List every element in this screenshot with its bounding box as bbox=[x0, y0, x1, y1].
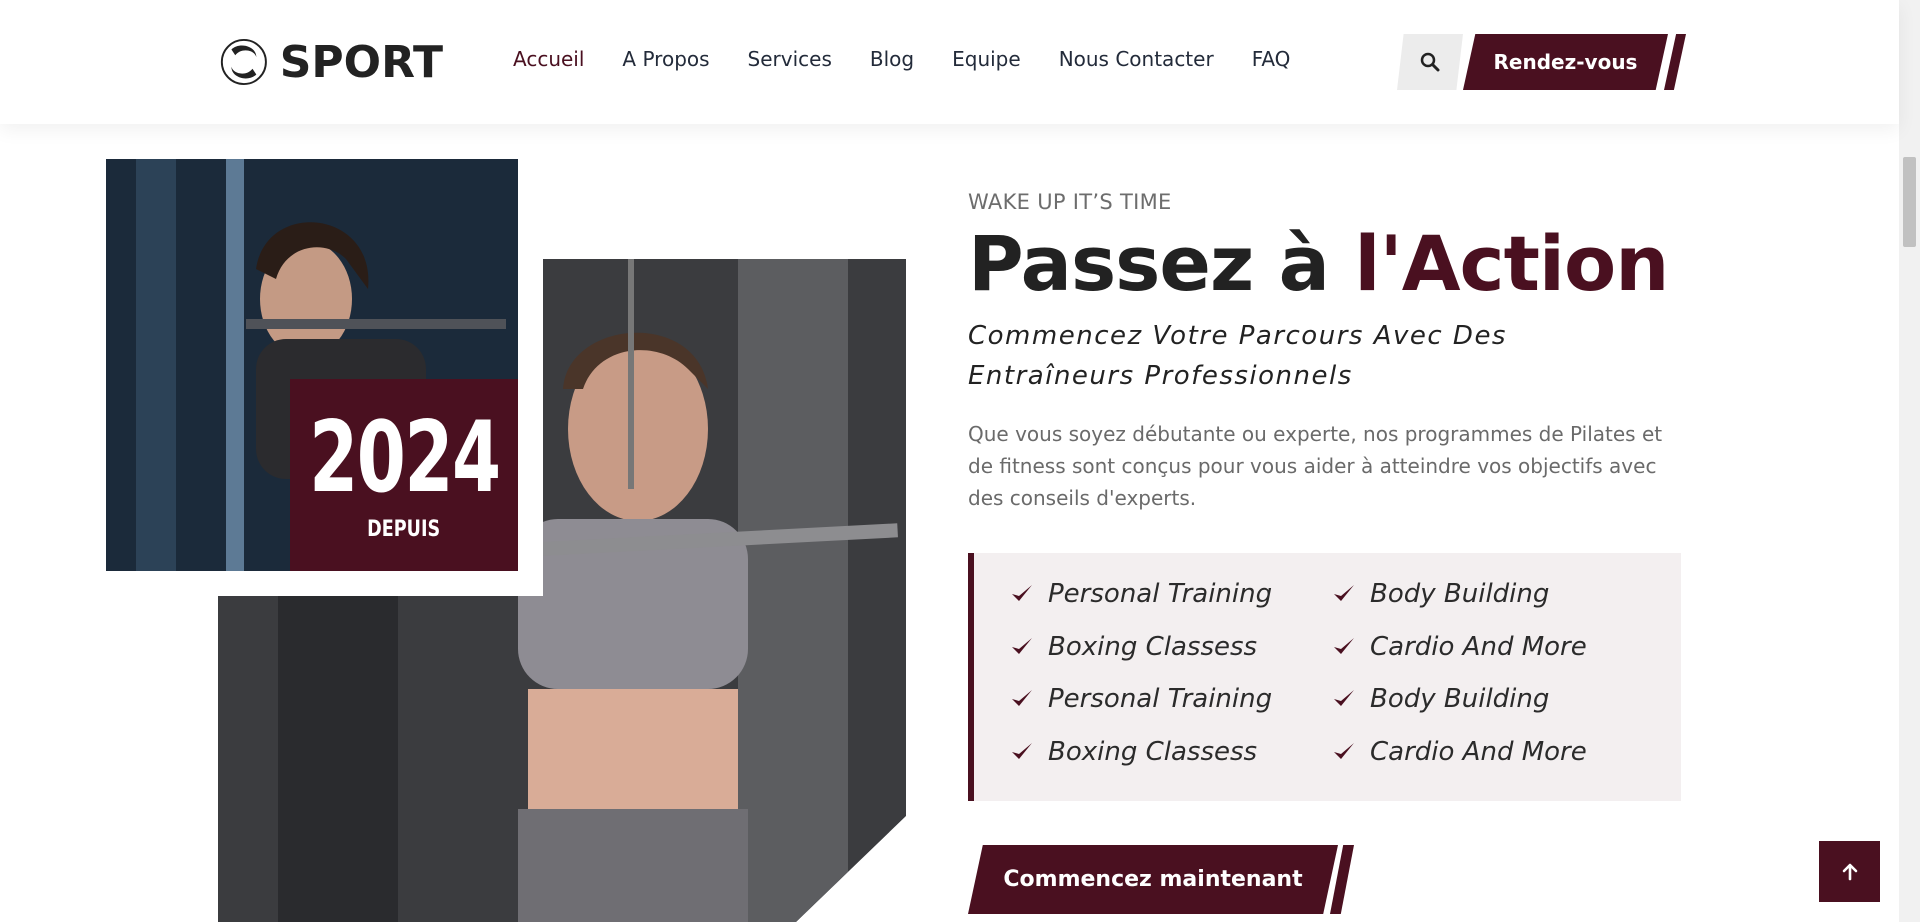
feature-item: Cardio And More bbox=[1332, 632, 1587, 662]
eyebrow-text: WAKE UP IT’S TIME bbox=[968, 190, 1172, 214]
main-nav: Accueil A Propos Services Blog Equipe No… bbox=[513, 47, 1328, 71]
check-icon bbox=[1012, 585, 1032, 601]
search-button[interactable] bbox=[1397, 34, 1463, 90]
logo-mark-icon bbox=[220, 39, 267, 85]
feature-item: Body Building bbox=[1332, 684, 1549, 714]
since-year-badge: 2024 DEPUIS bbox=[290, 379, 518, 571]
check-icon bbox=[1012, 743, 1032, 759]
check-icon bbox=[1012, 638, 1032, 654]
start-now-button[interactable]: Commencez maintenant bbox=[968, 845, 1338, 914]
nav-item-accueil[interactable]: Accueil bbox=[513, 47, 584, 71]
feature-item: Personal Training bbox=[1010, 684, 1272, 714]
page-title: Passez à l'Action bbox=[968, 226, 1680, 302]
check-icon bbox=[1334, 638, 1354, 654]
feature-label: Cardio And More bbox=[1370, 737, 1587, 767]
feature-item: Boxing Classess bbox=[1010, 737, 1257, 767]
feature-item: Personal Training bbox=[1010, 579, 1272, 609]
feature-label: Boxing Classess bbox=[1048, 632, 1258, 662]
rendez-vous-button-stripe bbox=[1664, 34, 1686, 90]
nav-item-services[interactable]: Services bbox=[748, 47, 832, 71]
check-icon bbox=[1334, 690, 1354, 706]
feature-label: Body Building bbox=[1370, 684, 1550, 714]
check-icon bbox=[1334, 585, 1354, 601]
scroll-to-top-button[interactable] bbox=[1819, 841, 1880, 902]
headline-accent: l'Action bbox=[1354, 219, 1669, 308]
badge-label: DEPUIS bbox=[367, 516, 441, 542]
feature-label: Personal Training bbox=[1048, 684, 1273, 714]
logo-text: SPORT bbox=[279, 36, 443, 88]
check-icon bbox=[1334, 743, 1354, 759]
logo[interactable]: SPORT bbox=[218, 34, 443, 90]
search-icon bbox=[1420, 52, 1440, 72]
intro-paragraph: Que vous soyez débutante ou experte, nos… bbox=[968, 422, 1663, 510]
feature-label: Body Building bbox=[1370, 579, 1550, 609]
hero-content: WAKE UP IT’S TIME Passez à l'Action Comm… bbox=[968, 190, 1680, 514]
badge-year: 2024 bbox=[308, 400, 501, 515]
features-list: Personal Training Boxing Classess Person… bbox=[968, 553, 1681, 801]
nav-item-blog[interactable]: Blog bbox=[870, 47, 914, 71]
nav-item-faq[interactable]: FAQ bbox=[1252, 47, 1291, 71]
feature-item: Boxing Classess bbox=[1010, 632, 1257, 662]
check-icon bbox=[1012, 690, 1032, 706]
site-header: SPORT Accueil A Propos Services Blog Equ… bbox=[0, 0, 1899, 124]
nav-item-equipe[interactable]: Equipe bbox=[952, 47, 1021, 71]
arrow-up-icon bbox=[1842, 863, 1857, 880]
feature-label: Boxing Classess bbox=[1048, 737, 1258, 767]
headline-part-1: Passez à bbox=[968, 219, 1355, 308]
page-scrollbar[interactable] bbox=[1899, 0, 1920, 922]
feature-item: Cardio And More bbox=[1332, 737, 1587, 767]
nav-item-nous-contacter[interactable]: Nous Contacter bbox=[1059, 47, 1214, 71]
subheading: Commencez Votre Parcours Avec Des Entraî… bbox=[968, 321, 1507, 391]
nav-item-a-propos[interactable]: A Propos bbox=[622, 47, 709, 71]
feature-label: Cardio And More bbox=[1370, 632, 1587, 662]
rendez-vous-button[interactable]: Rendez-vous bbox=[1463, 34, 1668, 90]
scrollbar-thumb[interactable] bbox=[1903, 157, 1916, 247]
feature-label: Personal Training bbox=[1048, 579, 1273, 609]
feature-item: Body Building bbox=[1332, 579, 1549, 609]
